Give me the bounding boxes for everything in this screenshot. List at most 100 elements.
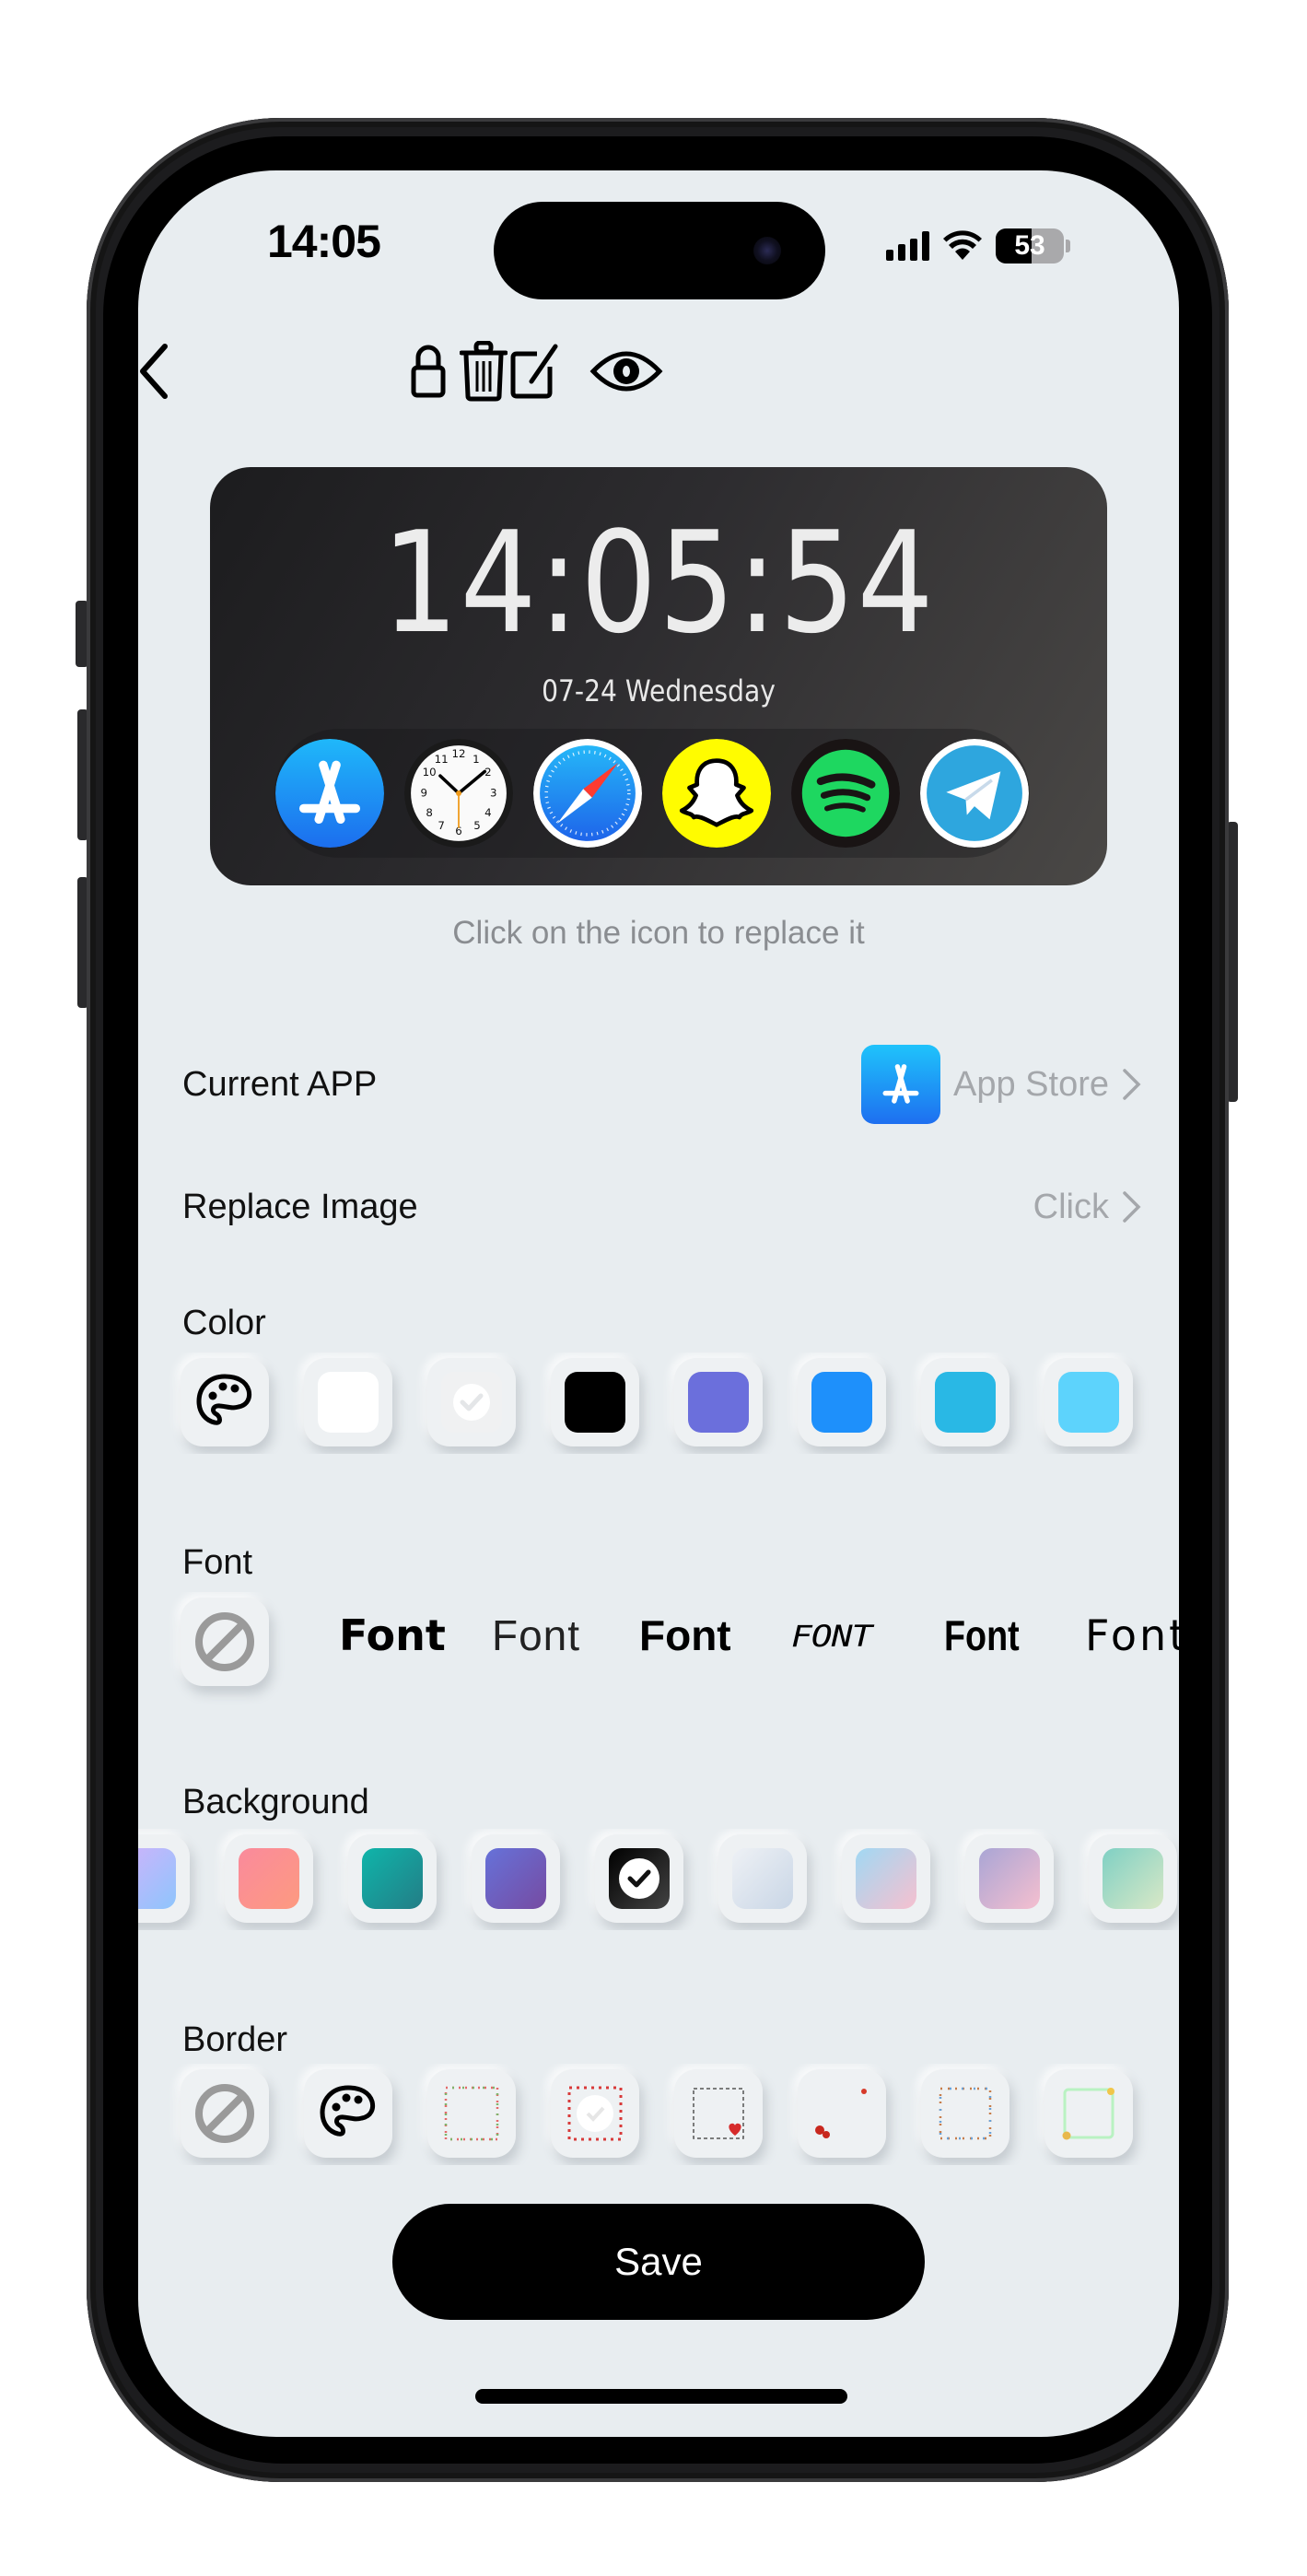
replace-image-value: Click bbox=[1033, 1187, 1109, 1226]
dynamic-island bbox=[494, 202, 825, 299]
save-button[interactable]: Save bbox=[392, 2204, 925, 2320]
font-option-4[interactable]: FONT bbox=[791, 1619, 873, 1653]
telegram-icon bbox=[920, 739, 1029, 848]
color-swatch-fill bbox=[688, 1372, 749, 1433]
dock-app-spotify[interactable] bbox=[791, 739, 900, 848]
background-swatch-fill bbox=[732, 1848, 793, 1909]
color-swatch[interactable] bbox=[921, 1358, 1009, 1446]
border-pattern-corner-roses[interactable] bbox=[798, 2069, 886, 2158]
current-app-row[interactable]: Current APP App Store bbox=[182, 1043, 1142, 1126]
edit-button[interactable] bbox=[503, 339, 567, 404]
palette-icon bbox=[196, 1374, 252, 1425]
color-section-title: Color bbox=[182, 1304, 266, 1342]
background-swatch[interactable] bbox=[1089, 1834, 1177, 1923]
background-swatch-fill bbox=[609, 1848, 670, 1909]
heart-border-icon bbox=[567, 2086, 623, 2141]
dock-app-app-store[interactable] bbox=[275, 739, 384, 848]
background-swatch[interactable] bbox=[965, 1834, 1054, 1923]
color-swatch[interactable] bbox=[674, 1358, 763, 1446]
background-swatch[interactable] bbox=[595, 1834, 683, 1923]
current-app-value: App Store bbox=[953, 1064, 1109, 1104]
dock-app-snapchat[interactable] bbox=[662, 739, 771, 848]
trash-icon bbox=[460, 341, 508, 402]
svg-text:10: 10 bbox=[423, 766, 437, 779]
current-app-icon bbox=[861, 1045, 940, 1124]
color-swatch[interactable] bbox=[798, 1358, 886, 1446]
app-store-icon bbox=[275, 739, 384, 848]
lock-icon bbox=[411, 345, 446, 398]
replace-hint: Click on the icon to replace it bbox=[452, 915, 865, 951]
dock-app-safari[interactable] bbox=[533, 739, 642, 848]
background-swatch[interactable] bbox=[842, 1834, 930, 1923]
border-pattern-multicolor-dots[interactable] bbox=[921, 2069, 1009, 2158]
replace-image-label: Replace Image bbox=[182, 1187, 418, 1226]
clock-icon: 12 1234567891011 bbox=[404, 739, 513, 848]
font-option-3[interactable]: Font bbox=[639, 1610, 731, 1660]
battery-level: 53 bbox=[1014, 230, 1045, 261]
svg-text:9: 9 bbox=[420, 787, 427, 800]
color-swatch[interactable] bbox=[1044, 1358, 1133, 1446]
status-time: 14:05 bbox=[267, 216, 381, 267]
preview-button[interactable] bbox=[588, 339, 665, 404]
widget-preview: 14:05:54 07-24 Wednesday 12 1 2 3 4 5 6 7 8 9 10 11 bbox=[210, 467, 1107, 885]
color-swatch-fill bbox=[935, 1372, 996, 1433]
status-icons: 53 bbox=[886, 226, 1070, 266]
color-swatch-fill bbox=[811, 1372, 872, 1433]
background-swatch-fill bbox=[239, 1848, 299, 1909]
color-swatch-fill bbox=[441, 1372, 502, 1433]
font-option-2[interactable]: Font bbox=[492, 1610, 580, 1660]
screen: 14:05 53 14:05:54 07-24 Wednesday 12 1 2… bbox=[138, 170, 1179, 2437]
font-option-1[interactable]: Font bbox=[339, 1610, 446, 1660]
spotify-icon bbox=[791, 739, 900, 848]
border-none-button[interactable] bbox=[181, 2069, 269, 2158]
app-dock: 12 1 2 3 4 5 6 7 8 9 10 11 bbox=[274, 729, 1030, 858]
svg-text:12: 12 bbox=[452, 747, 466, 760]
border-section-title: Border bbox=[182, 2020, 288, 2059]
font-option-6[interactable]: Font bbox=[1085, 1610, 1179, 1660]
border-pattern-green-floral[interactable] bbox=[1044, 2069, 1133, 2158]
border-pattern-sketch-heart[interactable] bbox=[674, 2069, 763, 2158]
cellular-signal-icon bbox=[886, 231, 929, 261]
custom-border-button[interactable] bbox=[304, 2069, 392, 2158]
chevron-right-icon bbox=[1123, 1069, 1141, 1100]
border-pattern-hearts-selected[interactable] bbox=[551, 2069, 639, 2158]
background-swatch[interactable] bbox=[348, 1834, 437, 1923]
svg-text:1: 1 bbox=[473, 753, 480, 766]
background-swatch[interactable] bbox=[472, 1834, 560, 1923]
background-options bbox=[138, 1829, 1179, 1930]
replace-image-row[interactable]: Replace Image Click bbox=[182, 1165, 1142, 1248]
color-swatch[interactable] bbox=[427, 1358, 516, 1446]
back-icon bbox=[140, 344, 168, 399]
battery-icon: 53 bbox=[996, 228, 1064, 263]
back-button[interactable] bbox=[138, 339, 186, 404]
eye-icon bbox=[589, 351, 663, 392]
widget-date: 07-24 Wednesday bbox=[542, 673, 776, 708]
camera-icon bbox=[753, 237, 781, 264]
border-pattern-dotted-floral[interactable] bbox=[427, 2069, 516, 2158]
font-none-button[interactable] bbox=[181, 1598, 269, 1686]
floral-border-icon bbox=[444, 2086, 499, 2141]
background-swatch-fill bbox=[979, 1848, 1040, 1909]
dock-app-clock[interactable]: 12 1 2 3 4 5 6 7 8 9 10 11 bbox=[404, 739, 513, 848]
font-options: Font Font Font FONT Font Font bbox=[138, 1592, 1179, 1712]
background-swatch-fill bbox=[362, 1848, 423, 1909]
edit-icon bbox=[510, 344, 558, 399]
home-indicator[interactable] bbox=[475, 2389, 847, 2404]
color-options bbox=[138, 1352, 1179, 1454]
snapchat-icon bbox=[662, 739, 771, 848]
dock-app-telegram[interactable] bbox=[920, 739, 1029, 848]
font-option-5[interactable]: Font bbox=[944, 1610, 1020, 1660]
background-swatch-fill bbox=[138, 1848, 176, 1909]
color-swatch[interactable] bbox=[304, 1358, 392, 1446]
svg-text:4: 4 bbox=[484, 806, 492, 819]
background-swatch-fill bbox=[485, 1848, 546, 1909]
color-swatch-fill bbox=[318, 1372, 379, 1433]
color-swatch-fill bbox=[565, 1372, 625, 1433]
background-swatch[interactable] bbox=[138, 1834, 190, 1923]
background-swatch[interactable] bbox=[225, 1834, 313, 1923]
svg-text:3: 3 bbox=[490, 787, 497, 800]
background-swatch[interactable] bbox=[718, 1834, 807, 1923]
widget-time: 14:05:54 bbox=[381, 501, 936, 664]
color-swatch[interactable] bbox=[551, 1358, 639, 1446]
custom-color-button[interactable] bbox=[181, 1358, 269, 1446]
